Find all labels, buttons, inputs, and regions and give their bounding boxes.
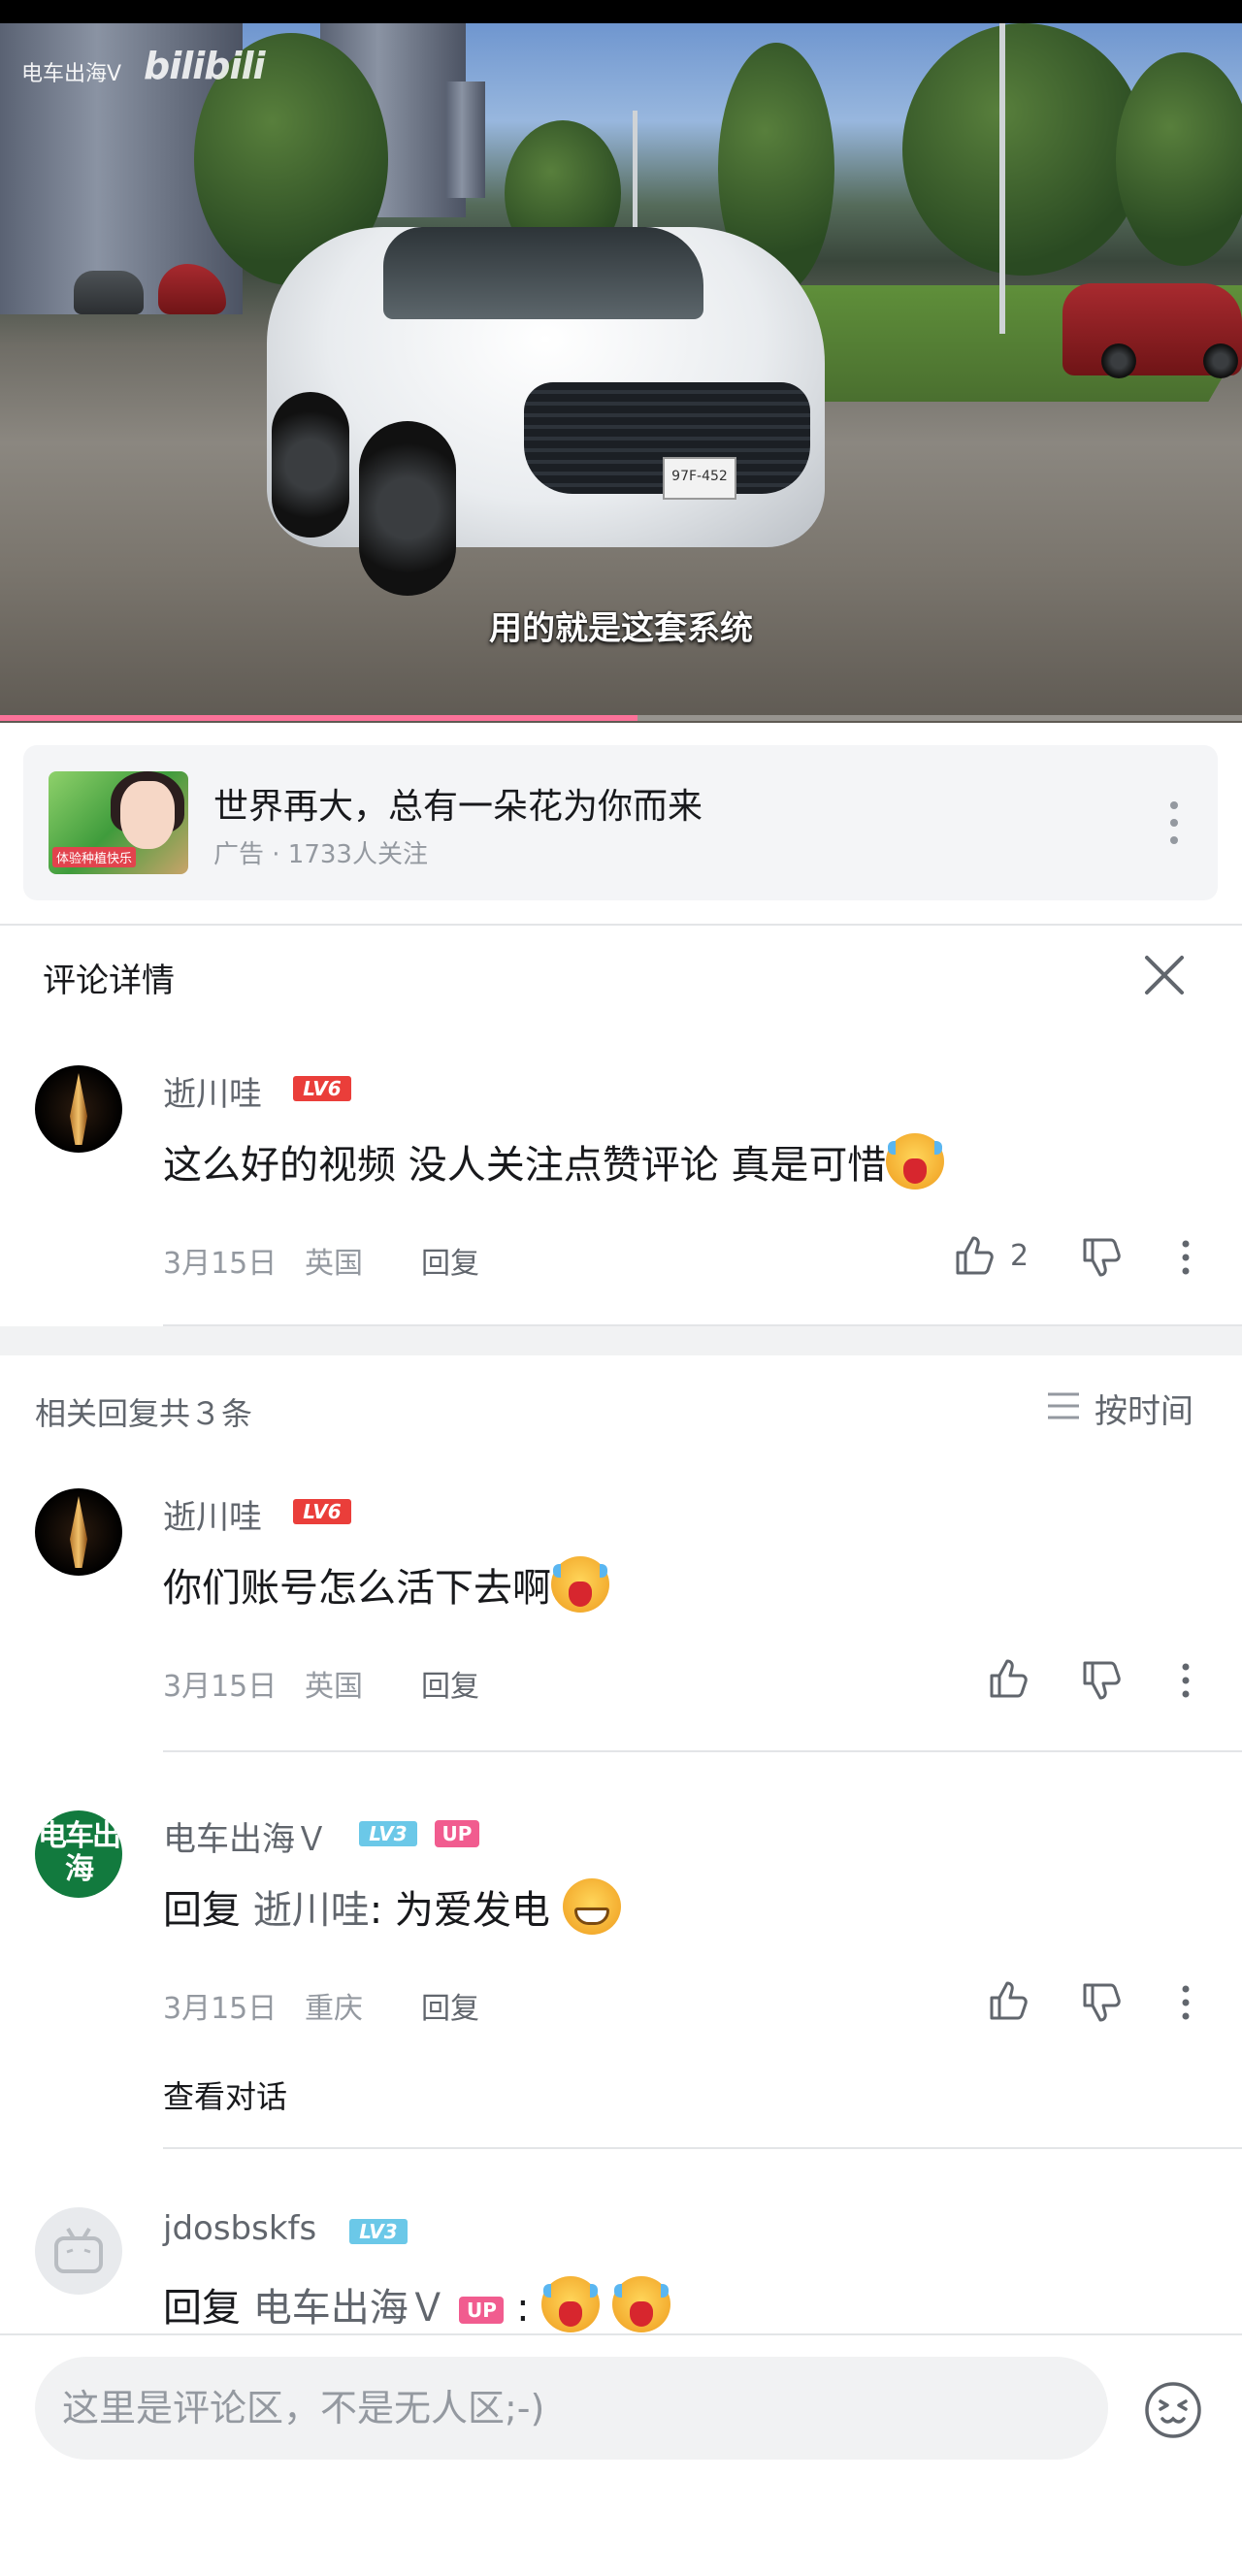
like-icon[interactable] — [988, 1979, 1030, 2022]
video-watermark: 电车出海V — [21, 62, 122, 86]
bilibili-logo: bilibili — [144, 45, 266, 87]
comment-input-bar — [0, 2333, 1242, 2576]
ad-card[interactable]: 体验种植快乐 世界再大，总有一朵花为你而来 广告 · 1733人关注 — [23, 745, 1218, 900]
reply-date: 3月15日 — [163, 1670, 278, 1704]
reply-divider — [163, 2147, 1242, 2149]
reply-location: 重庆 — [305, 1992, 363, 2026]
cry-emoji — [612, 2276, 671, 2332]
more-vertical-icon[interactable] — [1157, 794, 1192, 852]
level-badge: LV3 — [359, 1821, 417, 1846]
reply-username[interactable]: 逝川哇 — [163, 1490, 262, 1538]
ad-thumbnail-tag: 体验种植快乐 — [52, 847, 137, 867]
reply-button[interactable]: 回复 — [421, 1239, 479, 1282]
video-subtitle: 用的就是这套系统 — [489, 609, 753, 648]
license-plate: 97F-452 — [663, 457, 736, 500]
reply-date: 3月15日 — [163, 1992, 278, 2026]
reply-username[interactable]: 电车出海Ｖ — [163, 1812, 328, 1860]
level-badge: LV6 — [293, 1499, 351, 1524]
comment-location: 英国 — [305, 1247, 363, 1281]
avatar[interactable]: 电车出海 — [35, 1810, 122, 1898]
up-badge: UP — [435, 1820, 479, 1847]
dislike-icon[interactable] — [1081, 1981, 1124, 2024]
reply-username[interactable]: jdosbskfs — [163, 2209, 316, 2248]
video-progress-fill — [0, 715, 637, 721]
more-vertical-icon[interactable] — [1164, 1236, 1207, 1279]
ad-meta: 广告 · 1733人关注 — [213, 840, 428, 869]
cry-emoji — [886, 1133, 945, 1190]
emoji-face-icon[interactable] — [1143, 2380, 1203, 2440]
comment-username[interactable]: 逝川哇 — [163, 1067, 262, 1115]
cry-emoji — [551, 1556, 609, 1613]
section-divider — [0, 924, 1242, 926]
like-count: 2 — [1010, 1239, 1030, 1273]
related-replies-count: 相关回复共３条 — [35, 1395, 253, 1432]
list-sort-icon — [1048, 1392, 1079, 1419]
reply-text: 你们账号怎么活下去啊 — [163, 1556, 609, 1613]
avatar[interactable] — [35, 1065, 122, 1153]
mention-link[interactable]: 电车出海Ｖ — [253, 2286, 447, 2331]
comment-detail-title: 评论详情 — [43, 962, 175, 1000]
grin-emoji — [562, 1878, 621, 1935]
avatar[interactable] — [35, 1488, 122, 1576]
more-vertical-icon[interactable] — [1164, 1981, 1207, 2024]
comment-input[interactable] — [35, 2357, 1108, 2460]
like-icon[interactable] — [988, 1657, 1030, 1700]
close-icon[interactable] — [1135, 946, 1193, 1004]
reply-button[interactable]: 回复 — [421, 1984, 479, 2027]
reply-divider — [163, 1750, 1242, 1752]
level-badge: LV6 — [293, 1076, 351, 1101]
reply-text: 回复 逝川哇: 为爱发电 — [163, 1878, 621, 1935]
default-tv-avatar-icon — [54, 2227, 103, 2273]
ad-thumbnail: 体验种植快乐 — [49, 771, 188, 874]
level-badge: LV3 — [349, 2219, 408, 2244]
avatar[interactable] — [35, 2207, 122, 2295]
comment-text: 这么好的视频 没人关注点赞评论 真是可惜 — [163, 1133, 945, 1190]
more-vertical-icon[interactable] — [1164, 1659, 1207, 1702]
status-bar — [0, 0, 1242, 23]
video-progress-bar[interactable] — [0, 715, 1242, 721]
dislike-icon[interactable] — [1081, 1659, 1124, 1702]
reply-location: 英国 — [305, 1670, 363, 1704]
mention-link[interactable]: 逝川哇 — [253, 1888, 370, 1933]
like-icon[interactable] — [954, 1234, 997, 1277]
view-conversation-link[interactable]: 查看对话 — [163, 2072, 287, 2117]
cry-emoji — [541, 2276, 601, 2332]
ad-title: 世界再大，总有一朵花为你而来 — [213, 787, 703, 827]
comment-date: 3月15日 — [163, 1247, 278, 1281]
up-badge: UP — [459, 2297, 505, 2324]
section-separator — [0, 1326, 1242, 1355]
reply-text: 回复 电车出海Ｖ UP : — [163, 2276, 671, 2332]
sort-label: 按时间 — [1095, 1392, 1193, 1431]
dislike-icon[interactable] — [1081, 1236, 1124, 1279]
video-player[interactable]: 97F-452 电车出海V bilibili 用的就是这套系统 — [0, 0, 1242, 723]
reply-button[interactable]: 回复 — [421, 1662, 479, 1705]
